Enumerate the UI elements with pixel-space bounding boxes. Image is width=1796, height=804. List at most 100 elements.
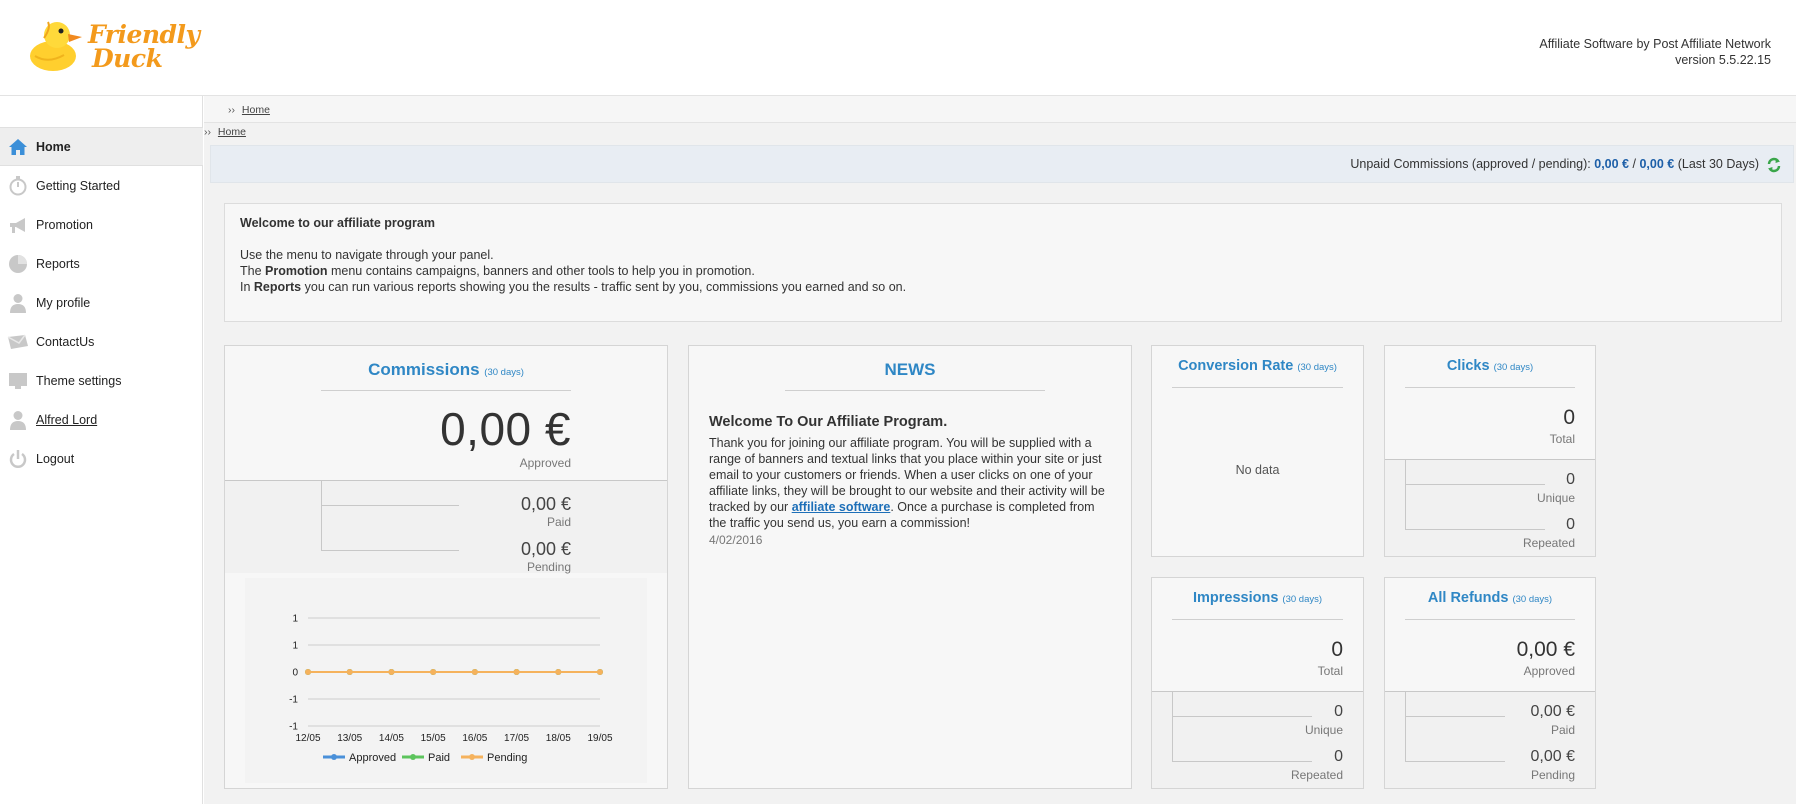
welcome-emphasis: Promotion	[265, 264, 328, 278]
commissions-title: Commissions (30 days)	[225, 360, 667, 380]
legend-label: Paid	[428, 752, 450, 764]
impressions-total-label: Total	[1317, 664, 1343, 678]
commissions-chart-svg: 110-1-112/05 13/05 14/05 15/05 16/05 17/05 18/…	[289, 614, 613, 765]
sidebar-item-my-profile[interactable]: My profile	[0, 283, 203, 322]
sidebar-item-label: Promotion	[36, 217, 93, 232]
title-divider	[321, 390, 571, 391]
megaphone-icon	[0, 216, 36, 234]
sidebar-item-label: Getting Started	[36, 178, 121, 193]
unpaid-commissions-text: Unpaid Commissions (approved / pending):…	[1350, 157, 1759, 171]
sidebar-item-label: Reports	[36, 256, 80, 271]
sidebar-item-label[interactable]: Alfred Lord	[36, 413, 97, 427]
commissions-panel: Commissions (30 days) 0,00 € Approved 0,…	[224, 345, 668, 789]
no-data-message: No data	[1235, 463, 1280, 477]
logo[interactable]: Friendly Duck	[26, 18, 200, 78]
approved-commission-value: 0,00 €	[440, 403, 571, 455]
monitor-icon	[0, 372, 36, 390]
sidebar-item-theme-settings[interactable]: Theme settings	[0, 361, 203, 400]
pie-chart-icon	[0, 254, 36, 274]
breadcrumb-separator: ››	[228, 104, 235, 116]
clicks-repeated-value: 0	[1566, 516, 1575, 533]
sidebar-item-logout[interactable]: Logout	[0, 439, 203, 478]
welcome-text: In	[240, 280, 254, 294]
impressions-panel: Impressions (30 days) 0 Total 0 Unique 0…	[1151, 577, 1364, 789]
tree-line	[321, 481, 322, 550]
breadcrumb-separator: ››	[204, 126, 211, 138]
chart-y-tick-label: -1	[289, 695, 298, 706]
chart-x-tick-label: 18/05	[546, 733, 571, 744]
tree-line	[1405, 716, 1505, 717]
duck-icon	[30, 21, 82, 71]
chart-data-point	[305, 669, 311, 675]
title-divider	[1405, 387, 1575, 388]
conversion-title: Conversion Rate (30 days)	[1152, 358, 1363, 374]
sidebar-item-label: Theme settings	[36, 373, 122, 388]
sidebar-item-home[interactable]: Home	[0, 127, 203, 166]
tree-line	[321, 550, 459, 551]
logo-text-line2: Duck	[92, 44, 163, 73]
impressions-unique-label: Unique	[1304, 723, 1343, 737]
panel-title-text: Conversion Rate	[1178, 358, 1294, 374]
chart-x-tick-label: 16/05	[462, 733, 487, 744]
unpaid-approved-value: 0,00 €	[1594, 157, 1630, 171]
pending-commission-value: 0,00 €	[520, 539, 571, 559]
chart-x-tick-label: 13/05	[337, 733, 362, 744]
sidebar-item-promotion[interactable]: Promotion	[0, 205, 203, 244]
breadcrumb-home-link[interactable]: Home	[218, 126, 246, 138]
sidebar-item-label: Home	[36, 139, 71, 154]
panel-title-text: Commissions	[368, 360, 480, 379]
chart-x-tick-label: 12/05	[295, 733, 320, 744]
title-divider	[1405, 619, 1575, 620]
tree-line	[321, 505, 459, 506]
unpaid-suffix: (Last 30 Days)	[1677, 157, 1759, 171]
envelope-icon	[0, 334, 36, 350]
refunds-pending-label: Pending	[1530, 768, 1575, 782]
chart-x-tick-label: 19/05	[587, 733, 612, 744]
affiliate-software-link[interactable]: affiliate software	[792, 500, 891, 514]
chart-y-tick-label: 1	[292, 641, 298, 652]
unpaid-commissions-bar: Unpaid Commissions (approved / pending):…	[210, 145, 1794, 183]
commission-breakdown: 0,00 € Paid 0,00 € Pending	[225, 481, 667, 574]
software-version: version 5.5.22.15	[1675, 53, 1771, 67]
sidebar-item-contactus[interactable]: ContactUs	[0, 322, 203, 361]
breadcrumb: ›› Home	[204, 96, 1796, 123]
header: Friendly Duck Affiliate Software by Post…	[0, 0, 1796, 96]
chart-data-point	[513, 669, 520, 675]
paid-commission-value: 0,00 €	[520, 494, 571, 514]
main-content: ›› Home ›› Home Unpaid Commissions (appr…	[204, 96, 1796, 804]
refunds-panel: All Refunds (30 days) 0,00 € Approved 0,…	[1384, 577, 1596, 789]
clicks-unique-label: Unique	[1536, 491, 1575, 505]
panel-period: (30 days)	[1512, 594, 1553, 605]
sidebar-item-getting-started[interactable]: Getting Started	[0, 166, 203, 205]
sidebar-item-reports[interactable]: Reports	[0, 244, 203, 283]
clicks-repeated-label: Repeated	[1522, 536, 1575, 550]
legend-label: Pending	[487, 752, 527, 764]
clicks-total-label: Total	[1549, 432, 1575, 446]
welcome-line-3: In Reports you can run various reports s…	[240, 279, 1766, 295]
commissions-chart: 1 1 0 -1 -1 12/05 13/05 14/05 15/05 16/05 17/05 18/…	[245, 578, 647, 783]
sidebar-item-alfred-lord[interactable]: Alfred Lord	[0, 400, 203, 439]
tree-line	[1172, 716, 1312, 717]
pending-commission-label: Pending	[526, 560, 571, 574]
clicks-unique-value: 0	[1566, 471, 1575, 488]
paid-commission-label: Paid	[546, 515, 571, 529]
refunds-paid-label: Paid	[1550, 723, 1575, 737]
impressions-total-value: 0	[1331, 638, 1343, 661]
tree-line	[1405, 761, 1505, 762]
tree-line	[1172, 761, 1312, 762]
welcome-line-1: Use the menu to navigate through your pa…	[240, 248, 494, 262]
refunds-paid-value: 0,00 €	[1530, 703, 1575, 720]
unpaid-prefix: Unpaid Commissions (approved / pending):	[1350, 157, 1591, 171]
news-body: Thank you for joining our affiliate prog…	[709, 435, 1114, 531]
welcome-line-2: The Promotion menu contains campaigns, b…	[240, 263, 1766, 279]
panel-period: (30 days)	[1282, 594, 1323, 605]
sidebar-item-label: Logout	[36, 451, 75, 466]
breadcrumb-home-link[interactable]: Home	[242, 104, 270, 116]
legend-marker	[410, 754, 416, 760]
refresh-icon[interactable]	[1767, 157, 1781, 176]
panel-title-text: Impressions	[1192, 590, 1279, 606]
legend-marker	[331, 754, 337, 760]
title-divider	[1172, 619, 1343, 620]
refunds-approved-value: 0,00 €	[1516, 638, 1575, 661]
impressions-repeated-value: 0	[1334, 748, 1343, 765]
